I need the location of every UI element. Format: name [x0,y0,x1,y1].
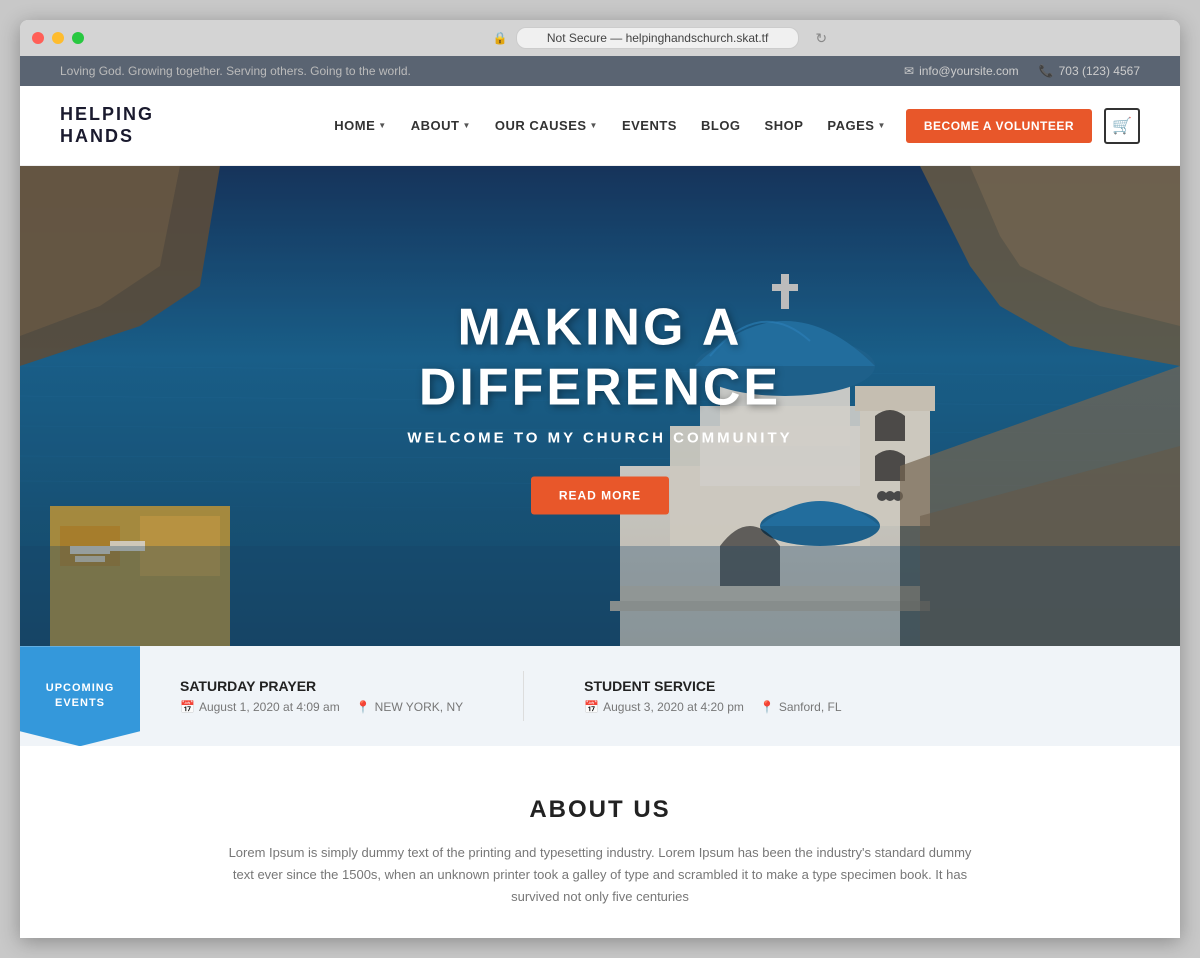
hero-section: MAKING A DIFFERENCE WELCOME TO MY CHURCH… [20,166,1180,646]
topbar-contact: ✉ info@yoursite.com 📞 703 (123) 4567 [904,64,1140,78]
nav-about[interactable]: ABOUT ▼ [401,112,481,139]
nav-about-arrow: ▼ [462,121,470,130]
calendar-icon-1: 📅 [180,700,195,714]
about-text: Lorem Ipsum is simply dummy text of the … [220,842,980,908]
site-header: HELPING HANDS HOME ▼ ABOUT ▼ OUR CAUSES … [20,86,1180,166]
nav-home[interactable]: HOME ▼ [324,112,396,139]
about-title: ABOUT US [60,796,1140,824]
url-display[interactable]: Not Secure — helpinghandschurch.skat.tf [516,27,799,49]
upcoming-events-badge: UPCOMING EVENTS [20,646,140,746]
hero-title: MAKING A DIFFERENCE [310,298,890,418]
event-location-2: 📍 Sanford, FL [760,700,842,714]
event-title-2: STUDENT SERVICE [584,678,841,694]
nav-shop[interactable]: SHOP [755,112,814,139]
nav-causes-arrow: ▼ [590,121,598,130]
event-item-1: SATURDAY PRAYER 📅 August 1, 2020 at 4:09… [180,678,463,714]
event-meta-2: 📅 August 3, 2020 at 4:20 pm 📍 Sanford, F… [584,700,841,714]
site-logo: HELPING HANDS [60,104,154,147]
location-icon-2: 📍 [760,700,775,714]
cart-icon: 🛒 [1112,116,1132,136]
hero-subtitle: WELCOME TO MY CHURCH COMMUNITY [310,430,890,447]
nav-home-arrow: ▼ [378,121,386,130]
events-list: SATURDAY PRAYER 📅 August 1, 2020 at 4:09… [140,646,1180,746]
event-meta-1: 📅 August 1, 2020 at 4:09 am 📍 NEW YORK, … [180,700,463,714]
nav-pages[interactable]: PAGES ▼ [817,112,895,139]
minimize-dot[interactable] [52,32,64,44]
calendar-icon-2: 📅 [584,700,599,714]
phone-icon: 📞 [1039,64,1054,78]
event-date-2: 📅 August 3, 2020 at 4:20 pm [584,700,744,714]
website-content: Loving God. Growing together. Serving ot… [20,56,1180,938]
cart-button[interactable]: 🛒 [1104,108,1140,144]
browser-titlebar: 🔒 Not Secure — helpinghandschurch.skat.t… [20,20,1180,56]
event-location-1: 📍 NEW YORK, NY [356,700,463,714]
topbar-email: ✉ info@yoursite.com [904,64,1019,78]
about-section: ABOUT US Lorem Ipsum is simply dummy tex… [20,746,1180,938]
hero-read-more-button[interactable]: READ MORE [531,477,669,515]
address-bar: 🔒 Not Secure — helpinghandschurch.skat.t… [152,27,1168,49]
become-volunteer-button[interactable]: BECOME A VOLUNTEER [906,109,1092,143]
nav-blog[interactable]: BLOG [691,112,751,139]
topbar-phone: 📞 703 (123) 4567 [1039,64,1140,78]
nav-events[interactable]: EVENTS [612,112,687,139]
location-icon-1: 📍 [356,700,371,714]
main-nav: HOME ▼ ABOUT ▼ OUR CAUSES ▼ EVENTS BLOG [324,108,1140,144]
badge-text: UPCOMING EVENTS [46,681,115,712]
event-title-1: SATURDAY PRAYER [180,678,463,694]
refresh-icon[interactable]: ↻ [815,30,827,47]
hero-content: MAKING A DIFFERENCE WELCOME TO MY CHURCH… [310,298,890,515]
topbar: Loving God. Growing together. Serving ot… [20,56,1180,86]
event-divider [523,671,524,721]
nav-our-causes[interactable]: OUR CAUSES ▼ [485,112,608,139]
close-dot[interactable] [32,32,44,44]
email-icon: ✉ [904,64,914,78]
topbar-tagline: Loving God. Growing together. Serving ot… [60,64,411,78]
lock-icon: 🔒 [493,31,508,45]
event-item-2: STUDENT SERVICE 📅 August 3, 2020 at 4:20… [584,678,841,714]
event-date-1: 📅 August 1, 2020 at 4:09 am [180,700,340,714]
nav-pages-arrow: ▼ [877,121,885,130]
events-section: UPCOMING EVENTS SATURDAY PRAYER 📅 August… [20,646,1180,746]
maximize-dot[interactable] [72,32,84,44]
